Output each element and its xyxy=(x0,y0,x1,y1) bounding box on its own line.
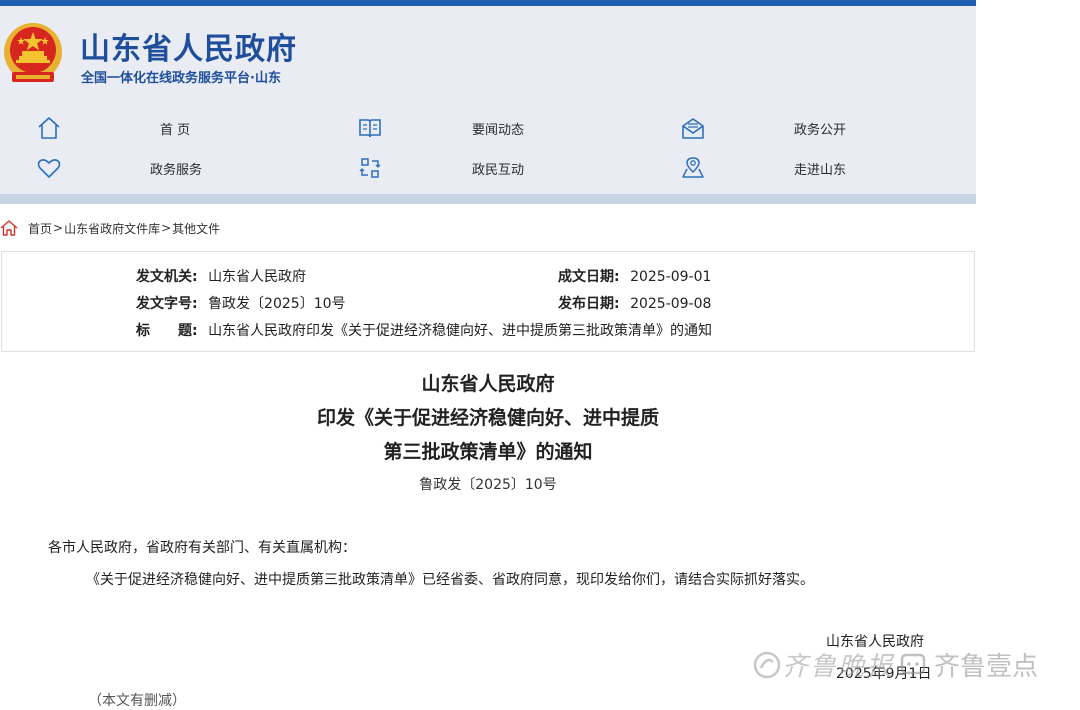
nav-item-public[interactable]: 政务公开 xyxy=(680,112,846,144)
breadcrumb-home-link[interactable]: 首页 xyxy=(28,220,52,237)
meta-issuer-label: 发文机关: xyxy=(136,269,198,285)
document-salutation: 各市人民政府，省政府有关部门、有关直属机构： xyxy=(48,540,356,556)
meta-published: 发布日期: 2025-09-08 xyxy=(558,293,711,313)
nav-label-shandong: 走进山东 xyxy=(794,162,847,178)
map-pin-icon xyxy=(682,157,704,178)
meta-docno: 发文字号: 鲁政发〔2025〕10号 xyxy=(136,293,346,313)
meta-title: 标 题: 山东省人民政府印发《关于促进经济稳健向好、进中提质第三批政策清单》的通… xyxy=(136,320,712,340)
document-title-line-3: 第三批政策清单》的通知 xyxy=(383,441,593,463)
book-icon xyxy=(359,119,381,138)
header-bottom-band xyxy=(0,194,976,204)
watermark-brand: 齐鲁壹点 xyxy=(934,652,1039,682)
document-meta-box: 发文机关: 山东省人民政府 成文日期: 2025-09-01 发文字号: 鲁政发… xyxy=(1,251,975,352)
document-title-line-1: 山东省人民政府 xyxy=(421,373,555,395)
nav-label-home: 首 页 xyxy=(160,122,191,138)
nav-item-shandong[interactable]: 走进山东 xyxy=(680,152,846,184)
meta-title-value: 山东省人民政府印发《关于促进经济稳健向好、进中提质第三批政策清单》的通知 xyxy=(208,323,713,339)
meta-published-value: 2025-09-08 xyxy=(630,296,712,312)
nav-label-public: 政务公开 xyxy=(794,122,847,138)
breadcrumb: 首页 > 山东省政府文件库 > 其他文件 xyxy=(0,218,220,238)
watermark-logo-icon xyxy=(753,651,781,678)
heart-icon xyxy=(37,159,61,178)
exchange-icon xyxy=(359,158,381,178)
breadcrumb-separator: > xyxy=(161,221,172,235)
meta-created-label: 成文日期: xyxy=(558,269,620,285)
breadcrumb-current-link[interactable]: 其他文件 xyxy=(172,220,220,237)
meta-created-value: 2025-09-01 xyxy=(630,269,712,285)
watermark: 齐鲁晚报 齐鲁壹点 xyxy=(752,646,1038,683)
national-emblem-icon[interactable] xyxy=(2,20,64,88)
nav-item-interaction[interactable]: 政民互动 xyxy=(357,152,524,184)
breadcrumb-separator: > xyxy=(53,221,64,235)
mail-open-icon xyxy=(682,118,704,139)
home-icon xyxy=(38,117,60,139)
breadcrumb-library-link[interactable]: 山东省政府文件库 xyxy=(64,220,160,237)
document-paragraph: 《关于促进经济稳健向好、进中提质第三批政策清单》已经省委、省政府同意，现印发给你… xyxy=(86,572,814,588)
document-number: 鲁政发〔2025〕10号 xyxy=(419,477,557,493)
meta-issuer-value: 山东省人民政府 xyxy=(208,269,307,285)
site-header: 山东省人民政府 全国一体化在线政务服务平台·山东 首 页 要闻动态 政务公开 政… xyxy=(0,6,976,198)
nav-item-news[interactable]: 要闻动态 xyxy=(357,112,524,144)
site-subtitle: 全国一体化在线政务服务平台·山东 xyxy=(81,71,281,86)
nav-label-service: 政务服务 xyxy=(150,162,203,178)
meta-docno-label: 发文字号: xyxy=(136,296,198,312)
nav-label-news: 要闻动态 xyxy=(472,122,525,138)
meta-published-label: 发布日期: xyxy=(558,296,620,312)
nav-item-service[interactable]: 政务服务 xyxy=(36,152,202,184)
meta-created: 成文日期: 2025-09-01 xyxy=(558,266,711,286)
nav-item-home[interactable]: 首 页 xyxy=(36,112,190,144)
site-title[interactable]: 山东省人民政府 xyxy=(80,24,297,68)
document-title-line-2: 印发《关于促进经济稳健向好、进中提质 xyxy=(316,407,659,429)
document-note: （本文有删减） xyxy=(88,693,186,709)
nav-label-interaction: 政民互动 xyxy=(472,162,525,178)
meta-issuer: 发文机关: 山东省人民政府 xyxy=(136,266,306,286)
meta-title-label: 标 题: xyxy=(136,323,198,339)
home-icon[interactable] xyxy=(0,219,18,237)
watermark-brand-icon xyxy=(900,653,926,674)
meta-docno-value: 鲁政发〔2025〕10号 xyxy=(208,296,346,312)
watermark-text: 齐鲁晚报 xyxy=(782,652,895,682)
